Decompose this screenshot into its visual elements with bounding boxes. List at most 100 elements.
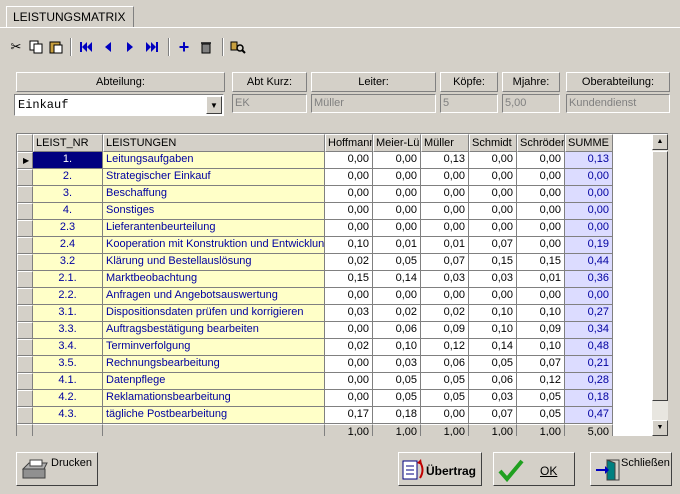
delete-icon[interactable] (196, 36, 216, 58)
leist-nr-cell[interactable]: 3.4. (33, 339, 103, 356)
leistung-cell[interactable]: Datenpflege (103, 373, 325, 390)
leist-nr-cell[interactable]: 3.1. (33, 305, 103, 322)
value-cell[interactable]: 0,00 (325, 186, 373, 203)
value-cell[interactable]: 0,10 (469, 305, 517, 322)
table-row[interactable]: 3.1. Dispositionsdaten prüfen und korrigi… (17, 305, 613, 322)
value-cell[interactable]: 0,07 (469, 407, 517, 424)
value-cell[interactable]: 0,10 (325, 237, 373, 254)
value-cell[interactable]: 0,12 (421, 339, 469, 356)
value-cell[interactable]: 0,00 (517, 169, 565, 186)
leist-nr-cell[interactable]: 3.3. (33, 322, 103, 339)
row-indicator[interactable] (17, 322, 33, 339)
value-cell[interactable]: 0,03 (373, 356, 421, 373)
value-cell[interactable]: 0,14 (373, 271, 421, 288)
row-indicator[interactable] (17, 271, 33, 288)
leist-nr-cell[interactable]: 2.3 (33, 220, 103, 237)
value-cell[interactable]: 0,02 (421, 305, 469, 322)
row-indicator[interactable] (17, 220, 33, 237)
value-cell[interactable]: 0,02 (325, 254, 373, 271)
column-header[interactable]: SUMME (565, 134, 613, 152)
value-cell[interactable]: 0,03 (469, 390, 517, 407)
paste-icon[interactable] (46, 36, 66, 58)
row-indicator[interactable] (17, 339, 33, 356)
table-row[interactable]: 2.1. Marktbeobachtung 0,15 0,14 0,03 0,03 0,01… (17, 271, 613, 288)
leist-nr-cell[interactable]: 2.2. (33, 288, 103, 305)
value-cell[interactable]: 0,00 (325, 288, 373, 305)
value-cell[interactable]: 0,00 (325, 356, 373, 373)
table-row[interactable]: 4.3. tägliche Postbearbeitung 0,17 0,18 0,00… (17, 407, 613, 424)
leistung-cell[interactable]: Dispositionsdaten prüfen und korrigieren (103, 305, 325, 322)
value-cell[interactable]: 0,00 (325, 152, 373, 169)
leist-nr-cell[interactable]: 4.2. (33, 390, 103, 407)
leist-nr-cell[interactable]: 2. (33, 169, 103, 186)
leistung-cell[interactable]: Leitungsaufgaben (103, 152, 325, 169)
column-header[interactable]: LEISTUNGEN (103, 134, 325, 152)
value-cell[interactable]: 0,00 (517, 220, 565, 237)
value-cell[interactable]: 0,07 (469, 237, 517, 254)
search-icon[interactable] (228, 36, 248, 58)
row-indicator[interactable] (17, 288, 33, 305)
value-cell[interactable]: 0,00 (325, 203, 373, 220)
value-cell[interactable]: 0,10 (517, 339, 565, 356)
table-row[interactable]: 2.3 Lieferantenbeurteilung 0,00 0,00 0,00 0,0… (17, 220, 613, 237)
value-cell[interactable]: 0,06 (421, 356, 469, 373)
value-cell[interactable]: 0,10 (373, 339, 421, 356)
vertical-scrollbar[interactable]: ▲ ▼ (652, 134, 668, 436)
value-cell[interactable]: 0,05 (421, 390, 469, 407)
tab-leistungsmatrix[interactable]: LEISTUNGSMATRIX (6, 6, 135, 28)
value-cell[interactable]: 0,14 (469, 339, 517, 356)
value-cell[interactable]: 0,03 (421, 271, 469, 288)
row-indicator[interactable] (17, 390, 33, 407)
value-cell[interactable]: 0,00 (469, 169, 517, 186)
table-row[interactable]: 4.1. Datenpflege 0,00 0,05 0,05 0,06 0,12 0,28 (17, 373, 613, 390)
value-cell[interactable]: 0,06 (469, 373, 517, 390)
value-cell[interactable]: 0,00 (517, 186, 565, 203)
value-cell[interactable]: 0,00 (421, 407, 469, 424)
leistungs-grid[interactable]: LEIST_NR LEISTUNGEN Hoffmann Meier-Lüb M… (16, 133, 668, 436)
value-cell[interactable]: 0,03 (325, 305, 373, 322)
next-record-icon[interactable] (120, 36, 140, 58)
table-row[interactable]: 3.3. Auftragsbestätigung bearbeiten 0,00 0,… (17, 322, 613, 339)
table-row[interactable]: 3.5. Rechnungsbearbeitung 0,00 0,03 0,06 0,05… (17, 356, 613, 373)
value-cell[interactable]: 0,00 (469, 288, 517, 305)
value-cell[interactable]: 0,00 (517, 203, 565, 220)
chevron-down-icon[interactable]: ▼ (206, 96, 222, 114)
leist-nr-cell[interactable]: 3. (33, 186, 103, 203)
value-cell[interactable]: 0,13 (421, 152, 469, 169)
value-cell[interactable]: 0,05 (517, 390, 565, 407)
value-cell[interactable]: 0,06 (373, 322, 421, 339)
value-cell[interactable]: 0,00 (325, 390, 373, 407)
table-row[interactable]: 3.2 Klärung und Bestellauslösung 0,02 0,05 0… (17, 254, 613, 271)
value-cell[interactable]: 0,00 (469, 203, 517, 220)
table-row[interactable]: 2.4 Kooperation mit Konstruktion und Entw… (17, 237, 613, 254)
drucken-button[interactable]: Drucken (16, 452, 98, 486)
column-header[interactable]: Schmidt (469, 134, 517, 152)
table-row[interactable]: 4. Sonstiges 0,00 0,00 0,00 0,00 0,00 0,00 (17, 203, 613, 220)
value-cell[interactable]: 0,15 (517, 254, 565, 271)
row-indicator[interactable] (17, 237, 33, 254)
value-cell[interactable]: 0,05 (373, 373, 421, 390)
cut-icon[interactable]: ✂ (6, 36, 26, 58)
value-cell[interactable]: 0,05 (373, 254, 421, 271)
value-cell[interactable]: 0,00 (517, 288, 565, 305)
value-cell[interactable]: 0,01 (421, 237, 469, 254)
value-cell[interactable]: 0,05 (469, 356, 517, 373)
value-cell[interactable]: 0,00 (421, 220, 469, 237)
leistung-cell[interactable]: Beschaffung (103, 186, 325, 203)
row-indicator[interactable] (17, 254, 33, 271)
leistung-cell[interactable]: Strategischer Einkauf (103, 169, 325, 186)
leistung-cell[interactable]: tägliche Postbearbeitung (103, 407, 325, 424)
leist-nr-cell[interactable]: 4.3. (33, 407, 103, 424)
scroll-down-icon[interactable]: ▼ (652, 420, 668, 436)
value-cell[interactable]: 0,00 (421, 169, 469, 186)
value-cell[interactable]: 0,00 (373, 288, 421, 305)
value-cell[interactable]: 0,00 (517, 152, 565, 169)
uebertrag-button[interactable]: Übertrag (398, 452, 482, 486)
value-cell[interactable]: 0,10 (517, 305, 565, 322)
leist-nr-cell[interactable]: 3.2 (33, 254, 103, 271)
column-header[interactable]: Müller (421, 134, 469, 152)
leistung-cell[interactable]: Sonstiges (103, 203, 325, 220)
value-cell[interactable]: 0,00 (325, 220, 373, 237)
leistung-cell[interactable]: Reklamationsbearbeitung (103, 390, 325, 407)
value-cell[interactable]: 0,05 (373, 390, 421, 407)
